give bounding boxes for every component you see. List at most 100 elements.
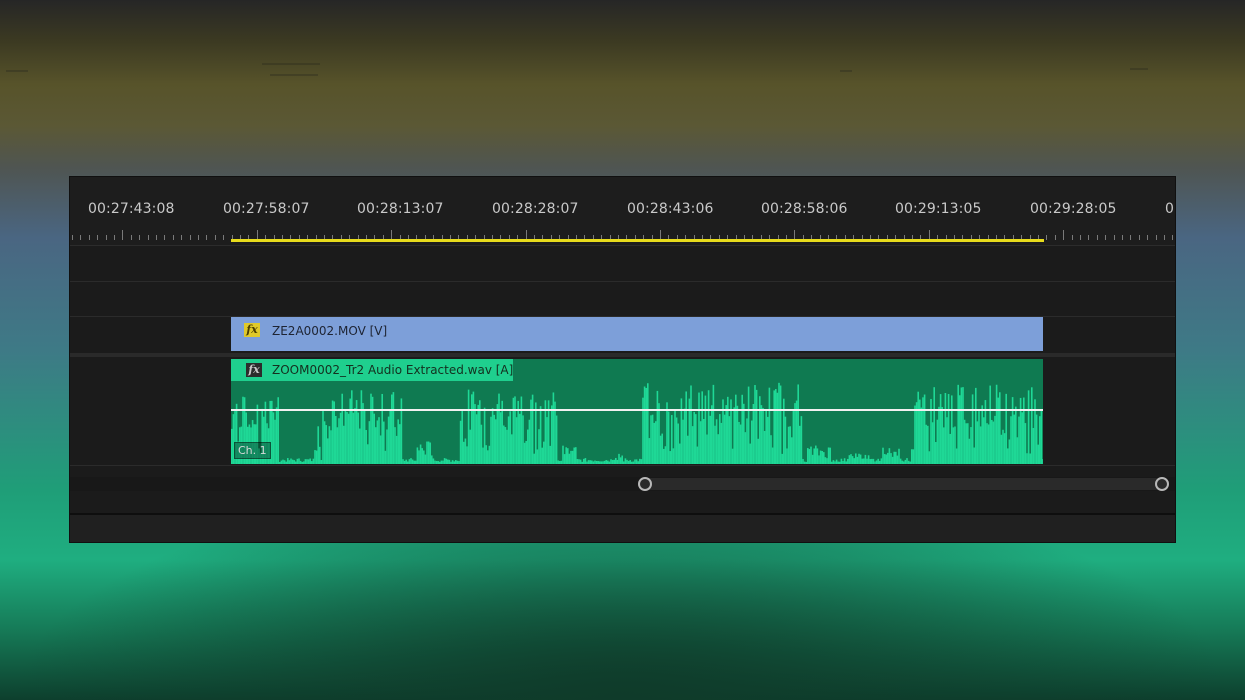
- waveform-bar: [723, 414, 726, 464]
- waveform-bar: [979, 426, 982, 464]
- waveform-bar: [522, 415, 524, 464]
- waveform-bar: [760, 405, 763, 464]
- waveform-bar: [907, 460, 910, 464]
- waveform-bar: [536, 449, 539, 464]
- waveform-bar: [567, 448, 569, 464]
- fx-badge-icon[interactable]: fx: [246, 363, 262, 377]
- waveform-bar: [882, 447, 884, 464]
- waveform-bar: [890, 453, 892, 464]
- ruler-tick: [1164, 235, 1165, 240]
- waveform-bar: [797, 384, 799, 464]
- waveform-bar: [373, 413, 375, 464]
- waveform-bar: [768, 387, 771, 464]
- waveform-bar: [288, 460, 291, 464]
- waveform-bar: [835, 459, 838, 464]
- ruler-tick: [1055, 235, 1056, 240]
- volume-rubber-band[interactable]: [231, 409, 1043, 411]
- waveform-bar: [719, 414, 721, 464]
- waveform-bar: [741, 394, 743, 464]
- ruler-tick: [72, 235, 73, 240]
- work-area-bar[interactable]: [231, 239, 1044, 242]
- waveform-bar: [738, 421, 740, 464]
- waveform-bar: [693, 411, 695, 464]
- waveform-bar: [847, 458, 849, 464]
- waveform-bar: [1002, 429, 1004, 464]
- waveform-bar: [367, 444, 369, 464]
- waveform-bar: [424, 454, 427, 464]
- waveform-bar: [967, 423, 969, 464]
- waveform-bar: [645, 387, 647, 464]
- waveform-bar: [432, 458, 435, 464]
- waveform-bar: [704, 395, 707, 464]
- waveform-bar: [923, 394, 926, 464]
- waveform-bar: [562, 445, 564, 464]
- waveform-bar: [815, 445, 817, 464]
- waveform-bar: [563, 454, 566, 464]
- video-audio-divider[interactable]: [70, 353, 1175, 357]
- waveform-bar: [304, 459, 307, 464]
- fx-badge-icon[interactable]: fx: [244, 323, 260, 337]
- waveform-bar: [397, 419, 399, 464]
- horizontal-scrollbar[interactable]: [70, 477, 1175, 491]
- waveform-bar: [667, 411, 670, 464]
- waveform-bar: [319, 446, 321, 464]
- ruler-timecode: 00:28:13:07: [357, 201, 444, 217]
- waveform-bar: [755, 389, 758, 464]
- waveform-bar: [595, 460, 598, 464]
- waveform-bar: [552, 392, 555, 464]
- waveform-bar: [611, 460, 614, 464]
- waveform-bar: [672, 448, 675, 464]
- waveform-bar: [824, 457, 827, 464]
- scrollbar-thumb[interactable]: [644, 478, 1162, 490]
- waveform-bar: [322, 410, 324, 464]
- scrollbar-right-handle[interactable]: [1155, 477, 1169, 491]
- video-clip-name: ZE2A0002.MOV [V]: [272, 324, 388, 338]
- audio-clip[interactable]: fx ZOOM0002_Tr2 Audio Extracted.wav [A] …: [231, 359, 1043, 464]
- waveform-bar: [669, 451, 671, 464]
- waveform-bar: [682, 419, 684, 464]
- waveform-bar: [728, 416, 731, 464]
- waveform-bar: [647, 383, 649, 464]
- time-ruler[interactable]: 00:27:43:08 00:27:58:07 00:28:13:07 00:2…: [70, 177, 1175, 246]
- waveform-bar: [869, 459, 871, 464]
- waveform-bar: [603, 460, 606, 464]
- waveform-bar: [925, 424, 927, 464]
- waveform-bar: [565, 447, 567, 464]
- waveform-bar: [885, 454, 887, 464]
- waveform-bar: [344, 410, 347, 464]
- waveform-bar: [949, 433, 951, 464]
- waveform-bar: [699, 421, 702, 464]
- waveform-bar: [495, 419, 497, 464]
- waveform-bar: [776, 392, 779, 464]
- waveform-bar: [277, 397, 279, 464]
- video-clip[interactable]: fx ZE2A0002.MOV [V]: [231, 317, 1043, 351]
- waveform-bar: [1000, 434, 1003, 464]
- waveform-bar: [467, 389, 470, 464]
- waveform-bar: [290, 458, 292, 464]
- waveform-bar: [821, 451, 823, 464]
- waveform-bar: [933, 387, 935, 464]
- waveform-bar: [675, 417, 678, 464]
- waveform-bar: [909, 461, 911, 464]
- video-track-3[interactable]: [70, 246, 1175, 281]
- waveform-bar: [1003, 433, 1006, 464]
- waveform-bar: [555, 415, 558, 464]
- waveform-bar: [856, 456, 859, 464]
- waveform-bar: [399, 424, 401, 464]
- waveform-bar: [677, 423, 679, 464]
- waveform-bar: [802, 458, 804, 464]
- waveform-bar: [941, 407, 943, 464]
- waveform-bar: [951, 395, 953, 464]
- waveform-bar: [357, 412, 359, 464]
- waveform-bar: [1026, 453, 1028, 464]
- waveform-bar: [839, 461, 841, 464]
- video-track-2[interactable]: [70, 282, 1175, 316]
- waveform-bar: [295, 461, 297, 464]
- waveform-bar: [439, 461, 441, 464]
- waveform-bar: [867, 455, 870, 464]
- scrollbar-left-handle[interactable]: [638, 477, 652, 491]
- waveform-bar: [453, 461, 455, 464]
- waveform-bar: [922, 397, 924, 464]
- waveform-bar: [461, 409, 463, 464]
- waveform-bar: [931, 422, 934, 464]
